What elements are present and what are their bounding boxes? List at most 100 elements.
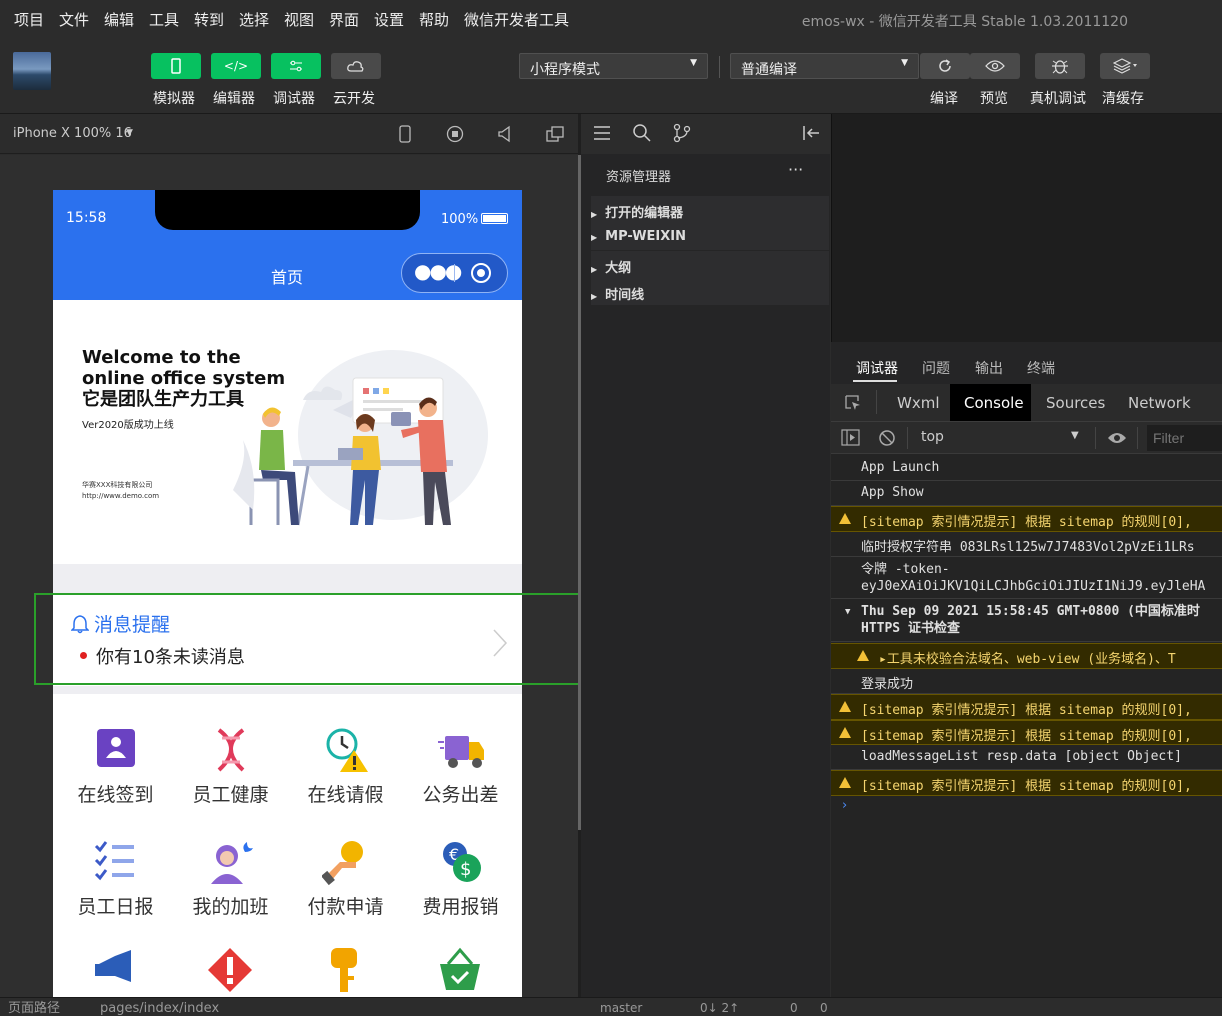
grid-item-sign-in[interactable]: 在线签到 [58,726,173,807]
console-group[interactable]: ▼ Thu Sep 09 2021 15:58:45 GMT+0800 (中国标准… [831,599,1222,642]
chevron-down-icon[interactable]: ▼ [845,604,850,621]
status-time: 15:58 [66,210,107,226]
warning-icon [857,650,869,661]
tab-console[interactable]: Console [964,394,1024,412]
git-sync[interactable]: 0↓ 2↑ [700,1002,739,1014]
collapse-panel-icon[interactable] [802,125,820,141]
warning-icon[interactable] [206,946,254,994]
debugger-label: 调试器 [273,91,315,107]
sidebar-toggle-icon[interactable] [841,429,861,447]
menu-file[interactable]: 文件 [59,9,89,30]
filter-input[interactable] [1147,425,1222,451]
tab-network[interactable]: Network [1128,394,1191,412]
banner[interactable]: Welcome to the online office system 它是团队… [53,300,522,564]
grid-item-business-trip[interactable]: 公务出差 [403,726,518,807]
simulator-toggle-button[interactable] [151,53,201,79]
tab-problems[interactable]: 问题 [922,358,950,378]
volume-icon[interactable] [497,125,513,143]
error-count[interactable]: 0 [790,1002,798,1014]
source-control-icon[interactable] [673,123,691,143]
clear-cache-button[interactable] [1100,53,1150,79]
device-select[interactable]: iPhone X 100% 16 [13,126,132,141]
grid-item-label: 在线请假 [307,784,384,806]
divider [1095,427,1096,449]
menu-view[interactable]: 视图 [284,9,314,30]
console-warning-line: [sitemap 索引情况提示] 根据 sitemap 的规则[0], [831,506,1222,532]
compile-label: 编译 [930,91,958,107]
compile-select[interactable]: 普通编译 ▼ [730,53,919,79]
tree-item-open-editors[interactable]: ▶ 打开的编辑器 [591,196,829,223]
menu-interface[interactable]: 界面 [329,9,359,30]
grid-item-label: 费用报销 [422,896,499,918]
page-path-label: 页面路径 [8,1001,61,1016]
divider [1137,427,1138,449]
megaphone-icon[interactable] [91,946,139,994]
menu-project[interactable]: 项目 [14,9,44,30]
grid-item-payment[interactable]: 付款申请 [288,838,403,919]
cloud-button[interactable] [331,53,381,79]
chevron-right-icon: ▶ [591,265,598,274]
basket-icon[interactable] [436,946,484,994]
banner-version: Ver2020版成功上线 [82,420,174,431]
tree-item-outline[interactable]: ▶ 大纲 [591,251,829,278]
preview-button[interactable] [970,53,1020,79]
warning-count[interactable]: 0 [820,1002,828,1014]
grid-item-leave[interactable]: 在线请假 [288,726,403,807]
context-select[interactable]: top [921,429,944,445]
menu-wechat-devtools[interactable]: 微信开发者工具 [464,9,569,30]
inspect-element-icon[interactable] [844,394,862,412]
menu-settings[interactable]: 设置 [374,9,404,30]
tab-debugger[interactable]: 调试器 [856,358,898,378]
page-path[interactable]: pages/index/index [100,1002,219,1015]
phone-icon[interactable] [397,125,413,143]
checklist-icon [92,838,140,886]
git-branch[interactable]: master [600,1002,642,1014]
status-bar: 页面路径 pages/index/index master 0↓ 2↑ 0 0 [0,997,1222,1016]
debugger-toggle-button[interactable] [271,53,321,79]
console-line: loadMessageList resp.data [object Object… [831,745,1222,770]
console-prompt-icon[interactable]: › [842,798,847,813]
explorer-header: 资源管理器 ··· [581,154,830,196]
dropdown-arrow-icon[interactable]: ▼ [1071,430,1079,441]
record-icon[interactable] [446,125,464,143]
key-icon[interactable] [321,946,369,994]
tab-terminal[interactable]: 终端 [1027,358,1055,378]
menu-help[interactable]: 帮助 [419,9,449,30]
device-debug-button[interactable] [1035,53,1085,79]
dropdown-arrow-icon: ▼ [690,58,697,68]
tree-item-mp-weixin[interactable]: ▶ MP-WEIXIN [591,223,829,250]
grid-item-expense[interactable]: € $ 费用报销 [403,838,518,919]
tree-item-timeline[interactable]: ▶ 时间线 [591,278,829,305]
console-warning-line[interactable]: ▸工具未校验合法域名、web-view (业务域名)、T [831,643,1222,669]
mode-select[interactable]: 小程序模式 ▼ [519,53,708,79]
compile-button[interactable] [920,53,970,79]
simulator-toolbar: iPhone X 100% 16 ▼ [0,114,578,154]
close-miniprogram-icon[interactable] [470,262,492,284]
tab-sources[interactable]: Sources [1046,394,1105,412]
tab-output[interactable]: 输出 [975,358,1003,378]
more-icon[interactable]: ··· [788,160,803,179]
chevron-down-icon[interactable]: ▼ [126,128,133,138]
editor-area [831,114,1222,342]
grid-item-health[interactable]: 员工健康 [173,726,288,807]
sliders-icon [290,60,302,72]
warning-icon [839,777,851,788]
tab-wxml[interactable]: Wxml [897,394,940,412]
grid-item-daily-report[interactable]: 员工日报 [58,838,173,919]
avatar[interactable] [13,52,51,90]
search-icon[interactable] [633,124,651,142]
code-icon: </> [223,59,249,73]
warning-icon [839,727,851,738]
clear-console-icon[interactable] [878,429,896,447]
grid-item-overtime[interactable]: 我的加班 [173,838,288,919]
console-output: App Launch App Show [sitemap 索引情况提示] 根据 … [831,454,1222,997]
eye-icon[interactable] [1107,430,1127,446]
tree-item-label: 大纲 [605,261,632,276]
editor-toggle-button[interactable]: </> [211,53,261,79]
menu-select[interactable]: 选择 [239,9,269,30]
menu-tools[interactable]: 工具 [149,9,179,30]
detach-window-icon[interactable] [545,125,565,143]
list-icon[interactable] [593,125,611,141]
menu-edit[interactable]: 编辑 [104,9,134,30]
menu-goto[interactable]: 转到 [194,9,224,30]
